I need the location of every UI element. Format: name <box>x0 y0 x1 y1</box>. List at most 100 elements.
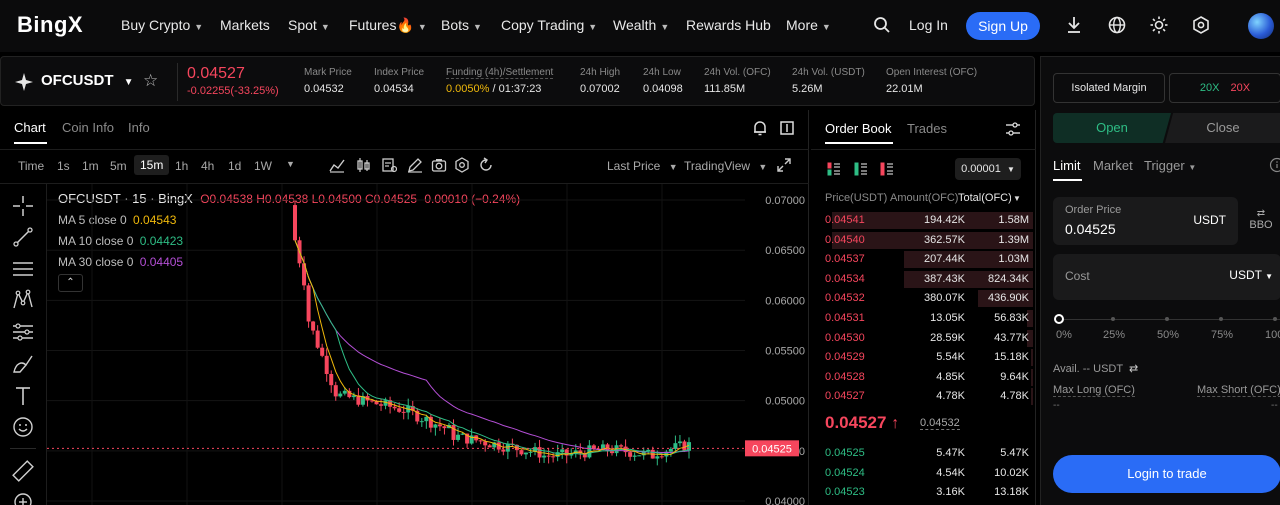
bid-row[interactable]: 0.04524 4.54K 10.02K <box>821 464 1033 482</box>
timeframe-4h[interactable]: 4h <box>201 159 214 173</box>
order-type-trigger[interactable]: Trigger ▼ <box>1144 158 1196 173</box>
nav-item[interactable]: Markets <box>220 17 270 33</box>
order-icon[interactable] <box>381 157 398 176</box>
text-tool-icon[interactable] <box>12 385 34 407</box>
chart-tab[interactable]: Chart <box>14 120 46 135</box>
avatar[interactable] <box>1248 13 1274 39</box>
cost-field[interactable]: Cost USDT ▼ <box>1053 254 1280 300</box>
fib-tool-icon[interactable] <box>12 321 34 343</box>
timeframe-15m[interactable]: 15m <box>134 155 170 175</box>
ask-row[interactable]: 0.04537 207.44K 1.03M <box>821 250 1033 269</box>
chart-tab[interactable]: Info <box>128 120 150 135</box>
timeframe-1w[interactable]: 1W <box>254 159 272 173</box>
bid-row[interactable]: 0.04523 3.16K 13.18K <box>821 483 1033 501</box>
favorite-star-icon[interactable]: ☆ <box>143 71 158 91</box>
book-asks-view-icon[interactable] <box>880 162 894 179</box>
zoom-in-icon[interactable] <box>12 491 34 505</box>
filter-settings-icon[interactable] <box>1005 121 1021 140</box>
price-chart[interactable]: 0.07000 0.06500 0.06000 0.05500 0.05000 0.045… <box>47 184 809 505</box>
chart-tab[interactable]: Coin Info <box>62 120 114 135</box>
emoji-icon[interactable] <box>12 416 34 438</box>
trend-line-icon[interactable] <box>12 226 34 248</box>
ask-row[interactable]: 0.04531 13.05K 56.83K <box>821 309 1033 327</box>
ask-row[interactable]: 0.04532 380.07K 436.90K <box>821 289 1033 308</box>
download-icon[interactable] <box>1066 16 1082 37</box>
cost-unit-selector[interactable]: USDT ▼ <box>1229 268 1273 282</box>
chart-settings-icon[interactable] <box>454 157 470 176</box>
timeframe-5m[interactable]: 5m <box>110 159 127 173</box>
ask-row[interactable]: 0.04534 387.43K 824.34K <box>821 270 1033 288</box>
ask-row[interactable]: 0.04530 28.59K 43.77K <box>821 329 1033 347</box>
layout-icon[interactable] <box>779 120 795 139</box>
tradingview-dropdown[interactable]: TradingView ▼ <box>684 159 767 173</box>
crosshair-icon[interactable] <box>12 195 34 217</box>
brush-icon[interactable] <box>12 353 34 375</box>
login-link[interactable]: Log In <box>909 17 948 33</box>
nav-item[interactable]: Spot ▼ <box>288 17 330 33</box>
timeframe-time[interactable]: Time <box>18 159 44 173</box>
nav-item[interactable]: Bots ▼ <box>441 17 482 33</box>
book-bids-view-icon[interactable] <box>854 162 868 179</box>
nav-item[interactable]: Copy Trading ▼ <box>501 17 597 33</box>
ask-row[interactable]: 0.04528 4.85K 9.64K <box>821 368 1033 386</box>
search-icon[interactable] <box>873 16 891 37</box>
slider-handle[interactable] <box>1054 314 1064 324</box>
sign-up-button[interactable]: Sign Up <box>966 12 1040 40</box>
order-type-limit[interactable]: Limit <box>1053 158 1080 173</box>
ask-row[interactable]: 0.04540 362.57K 1.39M <box>821 231 1033 249</box>
horizontal-lines-icon[interactable] <box>12 258 34 280</box>
ask-row[interactable]: 0.04529 5.54K 15.18K <box>821 348 1033 367</box>
info-icon[interactable] <box>1267 157 1280 176</box>
ruler-icon[interactable] <box>12 460 34 482</box>
slider-mark[interactable] <box>1219 317 1223 321</box>
book-both-view-icon[interactable] <box>827 162 841 179</box>
fullscreen-icon[interactable] <box>776 157 792 176</box>
nav-item[interactable]: Futures🔥 ▼ <box>349 17 427 34</box>
bingx-logo[interactable]: BingX <box>17 12 83 38</box>
order-type-market[interactable]: Market <box>1093 158 1133 173</box>
pattern-icon[interactable] <box>12 289 34 311</box>
timeframe-1m[interactable]: 1m <box>82 159 99 173</box>
last-price-dropdown[interactable]: Last Price ▼ <box>607 159 678 173</box>
theme-sun-icon[interactable] <box>1150 16 1168 37</box>
settings-hex-icon[interactable] <box>1192 16 1210 37</box>
bid-row[interactable]: 0.04525 5.47K 5.47K <box>821 444 1033 462</box>
candle-body <box>551 456 556 458</box>
tab-trades[interactable]: Trades <box>907 121 947 136</box>
alarm-icon[interactable] <box>752 120 768 139</box>
nav-item[interactable]: Rewards Hub <box>686 17 771 33</box>
order-price-field[interactable]: Order Price 0.04525 USDT <box>1053 197 1238 245</box>
leverage-button[interactable]: 20X 20X <box>1169 73 1280 103</box>
close-tab[interactable]: Close <box>1165 113 1280 143</box>
chevron-down-icon[interactable]: ▼ <box>1011 194 1021 203</box>
slider-mark[interactable] <box>1111 317 1115 321</box>
login-to-trade-button[interactable]: Login to trade <box>1053 455 1280 493</box>
nav-item[interactable]: Buy Crypto ▼ <box>121 17 203 33</box>
ask-row[interactable]: 0.04527 4.78K 4.78K <box>821 387 1033 406</box>
timeframe-chevron-icon[interactable]: ▼ <box>286 159 295 169</box>
timeframe-1d[interactable]: 1d <box>228 159 241 173</box>
candle-body <box>610 451 615 454</box>
open-tab[interactable]: Open <box>1053 113 1171 143</box>
camera-icon[interactable] <box>431 157 447 176</box>
nav-item[interactable]: More ▼ <box>786 17 831 33</box>
reset-icon[interactable] <box>478 157 494 176</box>
ask-total: 1.39M <box>998 233 1029 246</box>
indicator-icon[interactable] <box>329 157 345 176</box>
draw-pencil-icon[interactable] <box>407 157 423 176</box>
tick-size-dropdown[interactable]: 0.00001 ▼ <box>955 158 1021 180</box>
transfer-icon[interactable]: ⇄ <box>1129 363 1138 375</box>
globe-icon[interactable] <box>1108 16 1126 37</box>
timeframe-1s[interactable]: 1s <box>57 159 70 173</box>
slider-mark[interactable] <box>1273 317 1277 321</box>
candle-type-icon[interactable] <box>355 157 371 176</box>
nav-item[interactable]: Wealth ▼ <box>613 17 669 33</box>
ask-row[interactable]: 0.04541 194.42K 1.58M <box>821 211 1033 229</box>
margin-mode-button[interactable]: Isolated Margin <box>1053 73 1165 103</box>
bid-total: 5.47K <box>1000 447 1029 459</box>
slider-mark[interactable] <box>1165 317 1169 321</box>
symbol-selector[interactable]: OFCUSDT ▼ <box>41 72 134 89</box>
timeframe-1h[interactable]: 1h <box>175 159 188 173</box>
bbo-toggle[interactable]: ⇄ BBO <box>1248 209 1274 232</box>
tab-order-book[interactable]: Order Book <box>825 121 891 136</box>
